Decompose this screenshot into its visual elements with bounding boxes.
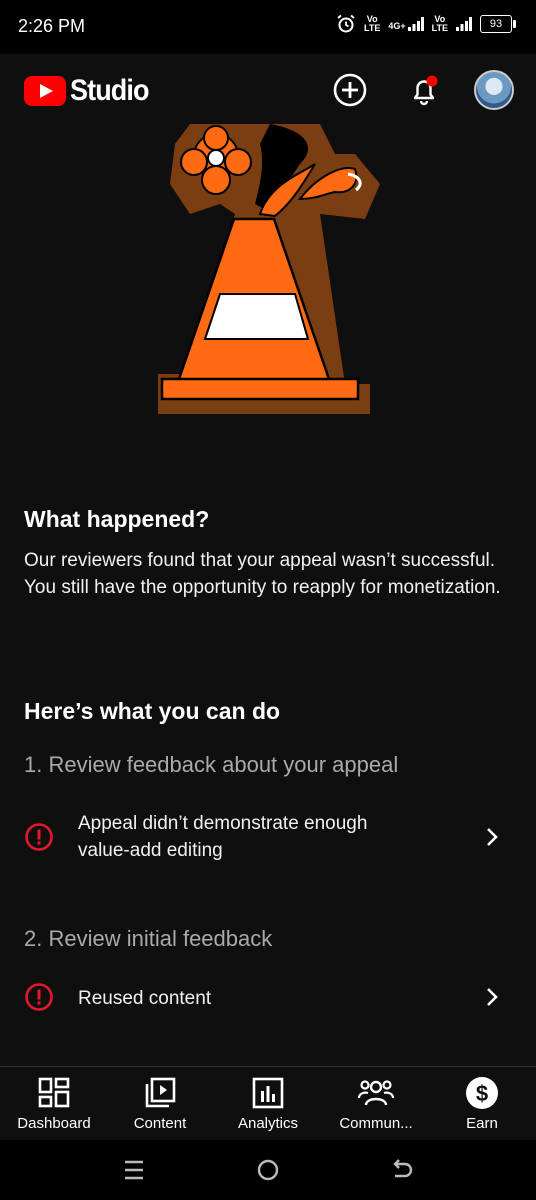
home-icon[interactable]: [256, 1158, 280, 1182]
notifications-button[interactable]: [404, 70, 444, 110]
avatar: [474, 70, 514, 110]
status-bar: 2:26 PM Vo LTE 4G+ Vo LTE 93: [0, 0, 536, 54]
bell-icon: [413, 75, 438, 106]
status-icons: Vo LTE 4G+ Vo LTE 93: [336, 14, 516, 34]
alert-icon: [25, 983, 53, 1011]
status-time: 2:26 PM: [18, 16, 86, 36]
traffic-cone-illustration: [158, 124, 380, 414]
feedback-item-text: Reused content: [78, 988, 212, 1009]
volte-indicator-2: Vo LTE: [431, 14, 448, 33]
nav-earn-label: Earn: [466, 1115, 498, 1132]
nav-dashboard[interactable]: Dashboard: [4, 1075, 104, 1132]
dollar-icon: $: [466, 1077, 498, 1109]
nav-community-label: Commun...: [339, 1115, 413, 1132]
next-steps-title: Here’s what you can do: [24, 698, 514, 725]
app-bar: Studio: [0, 54, 536, 126]
add-icon: [333, 73, 367, 107]
nav-content[interactable]: Content: [110, 1075, 210, 1132]
feedback-item-reused-content[interactable]: Reused content: [0, 982, 536, 1016]
system-navigation-bar: [0, 1140, 536, 1200]
nav-analytics[interactable]: Analytics: [218, 1075, 318, 1132]
nav-dashboard-label: Dashboard: [17, 1115, 91, 1132]
chevron-right-icon: [487, 988, 498, 1006]
step2-label: 2. Review initial feedback: [24, 926, 273, 951]
next-steps-heading: Here’s what you can do: [24, 698, 281, 724]
youtube-studio-logo[interactable]: Studio: [24, 74, 157, 108]
content-icon: [145, 1077, 176, 1108]
feedback-item-value-add[interactable]: Appeal didn’t demonstrate enough value-a…: [0, 810, 536, 870]
what-happened-body: Our reviewers found that your appeal was…: [24, 550, 501, 598]
nav-earn[interactable]: $ Earn: [432, 1075, 532, 1132]
recent-apps-icon[interactable]: [122, 1158, 146, 1182]
feedback-item-text: Appeal didn’t demonstrate enough value-a…: [78, 813, 368, 861]
step1-label: 1. Review feedback about your appeal: [24, 752, 399, 777]
alarm-icon: [337, 14, 355, 33]
what-happened-section: What happened? Our reviewers found that …: [24, 506, 514, 601]
volte-indicator-1: Vo LTE: [364, 14, 381, 33]
battery-indicator: 93: [480, 15, 516, 33]
back-icon[interactable]: [390, 1158, 414, 1182]
signal-4g-icon: 4G+: [388, 17, 424, 31]
chevron-right-icon: [487, 828, 498, 846]
what-happened-title: What happened?: [24, 506, 210, 532]
signal-icon: [456, 17, 472, 31]
dashboard-icon: [38, 1077, 70, 1108]
create-button[interactable]: [330, 70, 370, 110]
account-button[interactable]: [474, 70, 514, 110]
nav-content-label: Content: [133, 1115, 187, 1132]
analytics-icon: [252, 1077, 284, 1109]
bottom-navigation: Dashboard Content Analytics Commun... $ …: [0, 1066, 536, 1141]
youtube-play-icon: [24, 76, 66, 106]
nav-community[interactable]: Commun...: [326, 1075, 426, 1132]
alert-icon: [25, 823, 53, 851]
community-icon: [357, 1080, 395, 1106]
svg-text:$: $: [476, 1081, 488, 1106]
nav-analytics-label: Analytics: [237, 1115, 299, 1132]
brand-label: Studio: [70, 74, 149, 107]
